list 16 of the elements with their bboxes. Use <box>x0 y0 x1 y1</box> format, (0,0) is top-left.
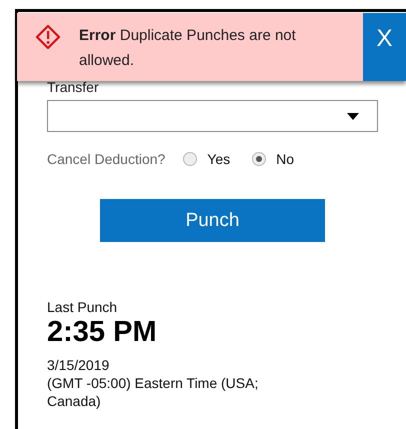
error-message: Error Duplicate Punches are not allowed. <box>79 26 297 71</box>
caret-icon <box>347 112 359 120</box>
radio-label: Yes <box>207 151 230 167</box>
transfer-dropdown[interactable] <box>47 100 378 132</box>
last-punch-time: 2:35 PM <box>47 315 158 349</box>
radio-button[interactable] <box>183 152 198 166</box>
last-punch-label: Last Punch <box>47 299 118 315</box>
last-punch-date: 3/15/2019 <box>47 356 110 374</box>
close-button[interactable]: X <box>363 13 406 81</box>
transfer-label: Transfer <box>47 78 100 97</box>
cancel-deduction-label: Cancel Deduction? <box>47 151 166 167</box>
radio-button[interactable] <box>252 152 266 166</box>
radio-label: No <box>276 151 294 167</box>
timezone-text: (GMT -05:00) Eastern Time (USA; Canada) <box>47 374 260 410</box>
warning-icon <box>35 24 61 50</box>
punch-button[interactable]: Punch <box>100 199 325 242</box>
